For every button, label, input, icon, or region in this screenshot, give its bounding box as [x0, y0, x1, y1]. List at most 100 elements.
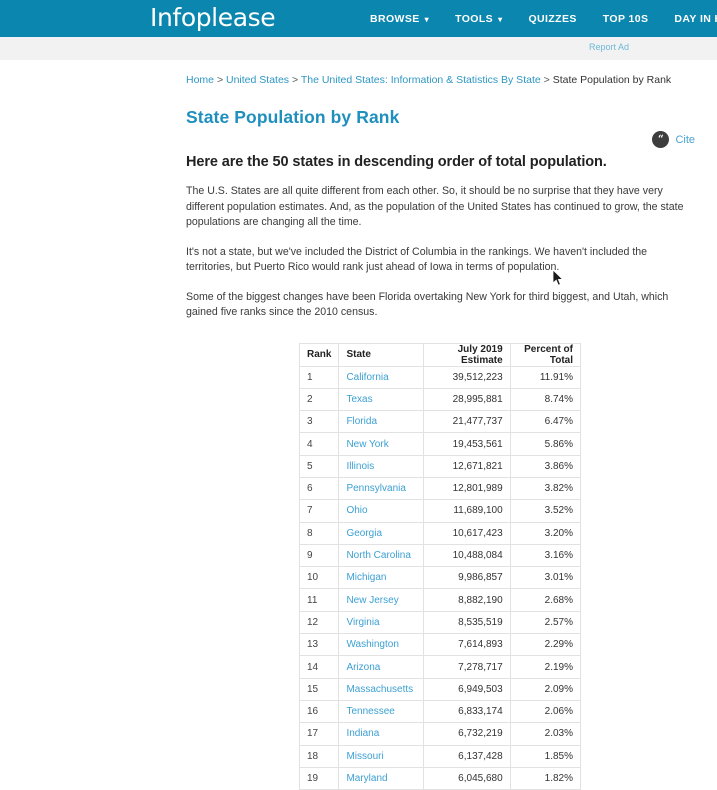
population-table-container: Rank State July 2019 Estimate Percent of… — [186, 343, 697, 790]
breadcrumb-item-home[interactable]: Home — [186, 74, 214, 86]
cell-rank: 7 — [300, 500, 339, 522]
cell-estimate: 6,137,428 — [423, 745, 510, 767]
state-link[interactable]: Washington — [346, 639, 398, 650]
nav-label: BROWSE — [370, 13, 420, 25]
cell-estimate: 8,882,190 — [423, 589, 510, 611]
cell-estimate: 9,986,857 — [423, 567, 510, 589]
state-link[interactable]: New York — [346, 439, 388, 450]
column-header-percent: Percent of Total — [510, 343, 580, 366]
cell-rank: 6 — [300, 477, 339, 499]
cell-rank: 5 — [300, 455, 339, 477]
state-link[interactable]: Indiana — [346, 728, 379, 739]
main-navigation: BROWSE ▾ TOOLS ▾ QUIZZES TOP 10S DAY IN … — [357, 0, 717, 37]
cell-estimate: 6,732,219 — [423, 723, 510, 745]
cell-state: Virginia — [339, 611, 423, 633]
cell-state: Massachusetts — [339, 678, 423, 700]
state-link[interactable]: Pennsylvania — [346, 483, 405, 494]
site-logo[interactable]: Infoplease — [150, 3, 275, 32]
state-link[interactable]: Missouri — [346, 751, 383, 762]
nav-item-top-10s[interactable]: TOP 10S — [590, 0, 662, 37]
column-header-state: State — [339, 343, 423, 366]
cell-percent: 6.47% — [510, 411, 580, 433]
nav-item-browse[interactable]: BROWSE ▾ — [357, 0, 442, 37]
cell-state: Pennsylvania — [339, 477, 423, 499]
state-link[interactable]: New Jersey — [346, 595, 398, 606]
cell-percent: 2.03% — [510, 723, 580, 745]
state-link[interactable]: Massachusetts — [346, 684, 413, 695]
table-row: 6 Pennsylvania 12,801,9893.82% — [300, 477, 581, 499]
cell-percent: 5.86% — [510, 433, 580, 455]
cell-percent: 3.52% — [510, 500, 580, 522]
cell-estimate: 10,488,084 — [423, 544, 510, 566]
cell-percent: 3.86% — [510, 455, 580, 477]
cell-state: Missouri — [339, 745, 423, 767]
breadcrumb-item-united-states[interactable]: United States — [226, 74, 289, 86]
state-link[interactable]: North Carolina — [346, 550, 410, 561]
cell-state: Indiana — [339, 723, 423, 745]
breadcrumb-current: State Population by Rank — [553, 74, 672, 86]
intro-paragraph-3: Some of the biggest changes have been Fl… — [186, 290, 686, 321]
state-link[interactable]: Tennessee — [346, 706, 394, 717]
chevron-down-icon: ▾ — [498, 16, 502, 24]
cell-rank: 8 — [300, 522, 339, 544]
breadcrumb-separator: > — [292, 74, 298, 86]
page-title: State Population by Rank — [186, 107, 697, 128]
state-link[interactable]: Maryland — [346, 773, 387, 784]
state-link[interactable]: Florida — [346, 416, 377, 427]
cell-rank: 19 — [300, 767, 339, 789]
state-link[interactable]: Georgia — [346, 528, 382, 539]
cell-rank: 1 — [300, 366, 339, 388]
report-ad-link[interactable]: Report Ad — [589, 42, 629, 52]
cell-state: New Jersey — [339, 589, 423, 611]
cell-percent: 1.82% — [510, 767, 580, 789]
cell-state: North Carolina — [339, 544, 423, 566]
table-row: 7Ohio11,689,1003.52% — [300, 500, 581, 522]
cell-rank: 16 — [300, 700, 339, 722]
state-link[interactable]: Ohio — [346, 505, 367, 516]
table-row: 3Florida21,477,7376.47% — [300, 411, 581, 433]
nav-item-quizzes[interactable]: QUIZZES — [515, 0, 589, 37]
cell-percent: 3.16% — [510, 544, 580, 566]
cell-rank: 12 — [300, 611, 339, 633]
cell-percent: 11.91% — [510, 366, 580, 388]
cell-percent: 2.09% — [510, 678, 580, 700]
chevron-down-icon: ▾ — [425, 16, 429, 24]
table-header: Rank State July 2019 Estimate Percent of… — [300, 343, 581, 366]
table-row: 9 North Carolina 10,488,0843.16% — [300, 544, 581, 566]
table-row: 11New Jersey8,882,1902.68% — [300, 589, 581, 611]
nav-label: TOP 10S — [603, 13, 649, 25]
cell-estimate: 10,617,423 — [423, 522, 510, 544]
cell-state: Ohio — [339, 500, 423, 522]
state-link[interactable]: Michigan — [346, 572, 386, 583]
table-row: 16Tennessee6,833,1742.06% — [300, 700, 581, 722]
site-header: Infoplease BROWSE ▾ TOOLS ▾ QUIZZES TOP … — [0, 0, 717, 37]
cell-estimate: 6,833,174 — [423, 700, 510, 722]
page-subheading: Here are the 50 states in descending ord… — [186, 154, 697, 170]
cell-rank: 15 — [300, 678, 339, 700]
column-header-estimate: July 2019 Estimate — [423, 343, 510, 366]
cell-estimate: 6,949,503 — [423, 678, 510, 700]
cell-percent: 3.82% — [510, 477, 580, 499]
cell-state: Arizona — [339, 656, 423, 678]
cell-state: California — [339, 366, 423, 388]
cell-rank: 17 — [300, 723, 339, 745]
cell-estimate: 8,535,519 — [423, 611, 510, 633]
breadcrumb-item-statistics-by-state[interactable]: The United States: Information & Statist… — [301, 74, 541, 86]
state-link[interactable]: Virginia — [346, 617, 379, 628]
main-content: Home > United States > The United States… — [0, 61, 717, 790]
cell-estimate: 28,995,881 — [423, 388, 510, 410]
state-link[interactable]: Illinois — [346, 461, 374, 472]
cell-estimate: 12,801,989 — [423, 477, 510, 499]
cell-state: Georgia — [339, 522, 423, 544]
state-link[interactable]: Texas — [346, 394, 372, 405]
table-row: 17 Indiana 6,732,2192.03% — [300, 723, 581, 745]
cell-state: Michigan — [339, 567, 423, 589]
cell-rank: 9 — [300, 544, 339, 566]
nav-item-day-in-history[interactable]: DAY IN HISTORY — [661, 0, 717, 37]
table-row: 2Texas28,995,8818.74% — [300, 388, 581, 410]
state-link[interactable]: California — [346, 372, 388, 383]
state-link[interactable]: Arizona — [346, 662, 380, 673]
nav-item-tools[interactable]: TOOLS ▾ — [442, 0, 515, 37]
cite-button[interactable]: “ Cite — [652, 131, 695, 148]
breadcrumb: Home > United States > The United States… — [186, 72, 697, 88]
